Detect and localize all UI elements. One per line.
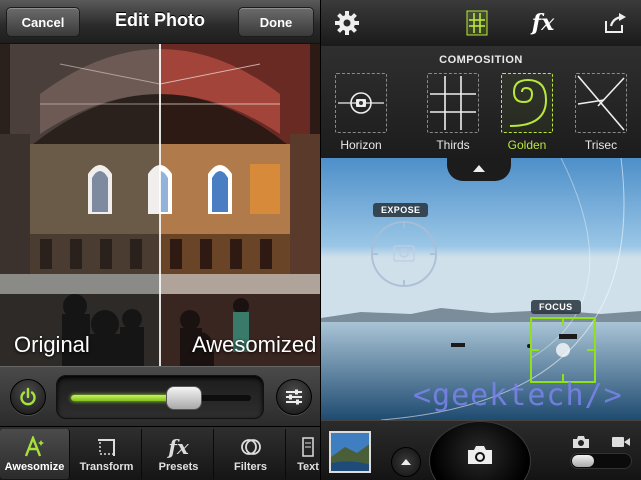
tab-label: Presets (158, 461, 199, 473)
composition-option-thirds[interactable]: Thirds (427, 73, 479, 155)
grid-icon (466, 10, 488, 36)
comp-label: Horizon (340, 138, 382, 152)
composition-option-trisec[interactable]: Trisec (575, 73, 627, 155)
gear-icon (335, 11, 359, 35)
tab-transform[interactable]: Transform (72, 429, 142, 479)
slider-thumb[interactable] (166, 386, 203, 410)
awesomized-label: Awesomized (192, 332, 317, 357)
adjustments-button[interactable] (276, 379, 312, 415)
trisec-icon (577, 75, 625, 131)
power-icon (20, 387, 36, 406)
tab-label: Filters (233, 461, 267, 473)
tab-label: Awesomize (4, 461, 65, 473)
composition-grid-button[interactable] (461, 7, 493, 39)
camera-top-bar: fx (321, 0, 641, 46)
thumbnail-image (331, 433, 369, 471)
filters-icon (239, 435, 263, 459)
church-interior-image-awesomized (160, 44, 320, 366)
done-button[interactable]: Done (238, 7, 314, 37)
photo-mode-icon (572, 435, 590, 454)
video-mode-icon (611, 435, 631, 454)
golden-preview (501, 73, 553, 133)
shutter-button[interactable] (429, 421, 531, 480)
tab-label: Text (297, 461, 319, 473)
awesomized-photo (160, 44, 320, 366)
horizon-icon (338, 92, 384, 114)
tab-filters[interactable]: Filters (216, 429, 286, 479)
composition-title: COMPOSITION (439, 54, 523, 66)
share-button[interactable] (599, 7, 631, 39)
composition-panel: COMPOSITION Horizon Thirds Golden Trisec (321, 46, 641, 158)
church-interior-image-original (0, 44, 160, 366)
camera-icon (468, 446, 492, 464)
original-photo (0, 44, 160, 366)
tool-tab-bar: Awesomize Transform fx Presets Filters T… (0, 426, 320, 480)
composition-option-horizon[interactable]: Horizon (335, 73, 387, 155)
trisec-preview (575, 73, 627, 133)
camera-viewfinder[interactable]: EXPOSE FOCUS <geektech/> (321, 158, 641, 420)
fx-icon: fx (168, 435, 189, 459)
navigation-bar: Cancel Edit Photo Done (0, 0, 320, 44)
expand-tools-button[interactable] (391, 447, 421, 477)
photo-preview: Original Awesomized (0, 44, 320, 366)
camera-bottom-bar (321, 420, 641, 480)
expose-label: EXPOSE (373, 203, 429, 217)
comp-label: Thirds (436, 138, 470, 152)
switch-knob[interactable] (572, 455, 594, 467)
edit-photo-screen: Cancel Edit Photo Done Original Awesomiz… (0, 0, 320, 480)
chevron-up-icon (473, 165, 485, 172)
crop-icon (96, 435, 118, 459)
photo-video-switch[interactable] (570, 453, 632, 469)
tab-text[interactable]: Text (288, 429, 320, 479)
original-label: Original (14, 332, 90, 357)
text-icon (301, 435, 315, 459)
comp-label: Golden (507, 138, 547, 152)
horizon-preview (335, 73, 387, 133)
collapse-panel-button[interactable] (447, 155, 511, 181)
fx-button[interactable]: fx (527, 7, 559, 39)
chevron-up-icon (401, 459, 411, 465)
tab-presets[interactable]: fx Presets (144, 429, 214, 479)
slider-track (71, 395, 251, 401)
composition-option-golden[interactable]: Golden (501, 73, 553, 155)
page-title: Edit Photo (115, 10, 205, 30)
thirds-preview (427, 73, 479, 133)
focus-label: FOCUS (531, 300, 581, 314)
camera-screen: fx COMPOSITION Horizon Thirds Golden Tri… (321, 0, 641, 480)
settings-button[interactable] (331, 7, 363, 39)
cancel-button[interactable]: Cancel (6, 7, 80, 37)
watermark: <geektech/> (413, 378, 623, 413)
last-photo-thumbnail[interactable] (329, 431, 371, 473)
tab-label: Transform (79, 461, 134, 473)
comp-label: Trisec (584, 138, 618, 152)
tab-awesomize[interactable]: Awesomize (0, 429, 70, 479)
thirds-grid-icon (430, 76, 476, 130)
strength-slider[interactable] (56, 375, 264, 419)
awesomize-icon (23, 435, 47, 459)
golden-spiral-icon (509, 78, 548, 127)
power-toggle-button[interactable] (10, 379, 46, 415)
compare-divider[interactable] (159, 44, 161, 366)
adjustment-bar (0, 366, 320, 426)
sliders-icon (286, 389, 302, 405)
share-icon (605, 13, 626, 33)
